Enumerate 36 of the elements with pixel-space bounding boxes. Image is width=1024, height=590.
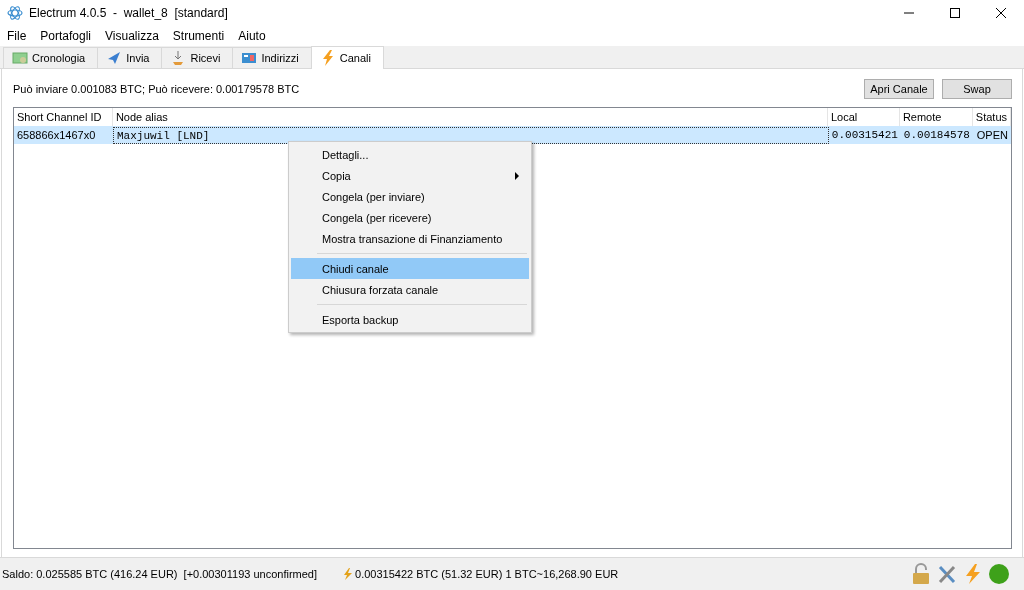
atom-icon bbox=[7, 5, 23, 21]
menu-item[interactable]: Portafogli bbox=[33, 29, 99, 43]
status-dot-icon[interactable] bbox=[988, 563, 1010, 585]
menu-item[interactable]: Visualizza bbox=[98, 29, 166, 43]
picture-frame-icon bbox=[12, 50, 28, 66]
tab[interactable]: Ricevi bbox=[161, 47, 234, 68]
window-title: Electrum 4.0.5 - wallet_8 [standard] bbox=[29, 6, 229, 20]
menu-item[interactable]: File bbox=[0, 29, 34, 43]
table-cell-text: 0.00315421 bbox=[830, 127, 899, 143]
menu-item[interactable]: Dettagli... bbox=[291, 144, 529, 165]
lightning-balance-text: 0.00315422 BTC (51.32 EUR) 1 BTC~16,268.90 EUR bbox=[354, 568, 619, 580]
submenu-arrow-icon bbox=[515, 171, 519, 180]
menu-item[interactable]: Chiudi canale bbox=[291, 258, 529, 279]
menu-item[interactable]: Esporta backup bbox=[291, 309, 529, 330]
menu-item[interactable]: Mostra transazione di Finanziamento bbox=[291, 228, 529, 249]
menu-item[interactable]: Strumenti bbox=[165, 29, 232, 43]
balance-summary: Può inviare 0.001083 BTC; Può ricevere: 0.00179578 BTC bbox=[13, 83, 301, 95]
table-cell-text: 658866x1467x0 bbox=[16, 127, 97, 143]
swap-button[interactable]: Swap bbox=[942, 79, 1012, 99]
menu-item[interactable]: Congela (per inviare) bbox=[291, 186, 529, 207]
menu-item[interactable]: Copia bbox=[291, 165, 529, 186]
menu-item[interactable]: Congela (per ricevere) bbox=[291, 207, 529, 228]
paper-plane-icon bbox=[106, 50, 123, 66]
table-cell-text: 0.00184578 bbox=[902, 127, 971, 143]
tools-icon[interactable] bbox=[936, 563, 958, 585]
tab[interactable]: Cronologia bbox=[3, 47, 99, 68]
open-channel-button[interactable]: Apri Canale bbox=[864, 79, 934, 99]
menu-item[interactable]: Chiusura forzata canale bbox=[291, 279, 529, 300]
table-row[interactable]: 658866x1467x0 Maxjuwil [LND] 0.00315421 0.00184578 OPEN bbox=[14, 126, 1011, 144]
balance-text: Saldo: 0.025585 BTC (416.24 EUR) [+0.00301193 unconfirmed] bbox=[1, 568, 318, 580]
lightning-icon bbox=[343, 568, 354, 580]
tab[interactable]: Canali bbox=[310, 46, 384, 69]
menu-item[interactable]: Aiuto bbox=[231, 29, 273, 43]
address-card-icon bbox=[241, 50, 258, 66]
table-cell-text: OPEN bbox=[975, 127, 1009, 143]
padlock-icon[interactable] bbox=[910, 563, 932, 585]
